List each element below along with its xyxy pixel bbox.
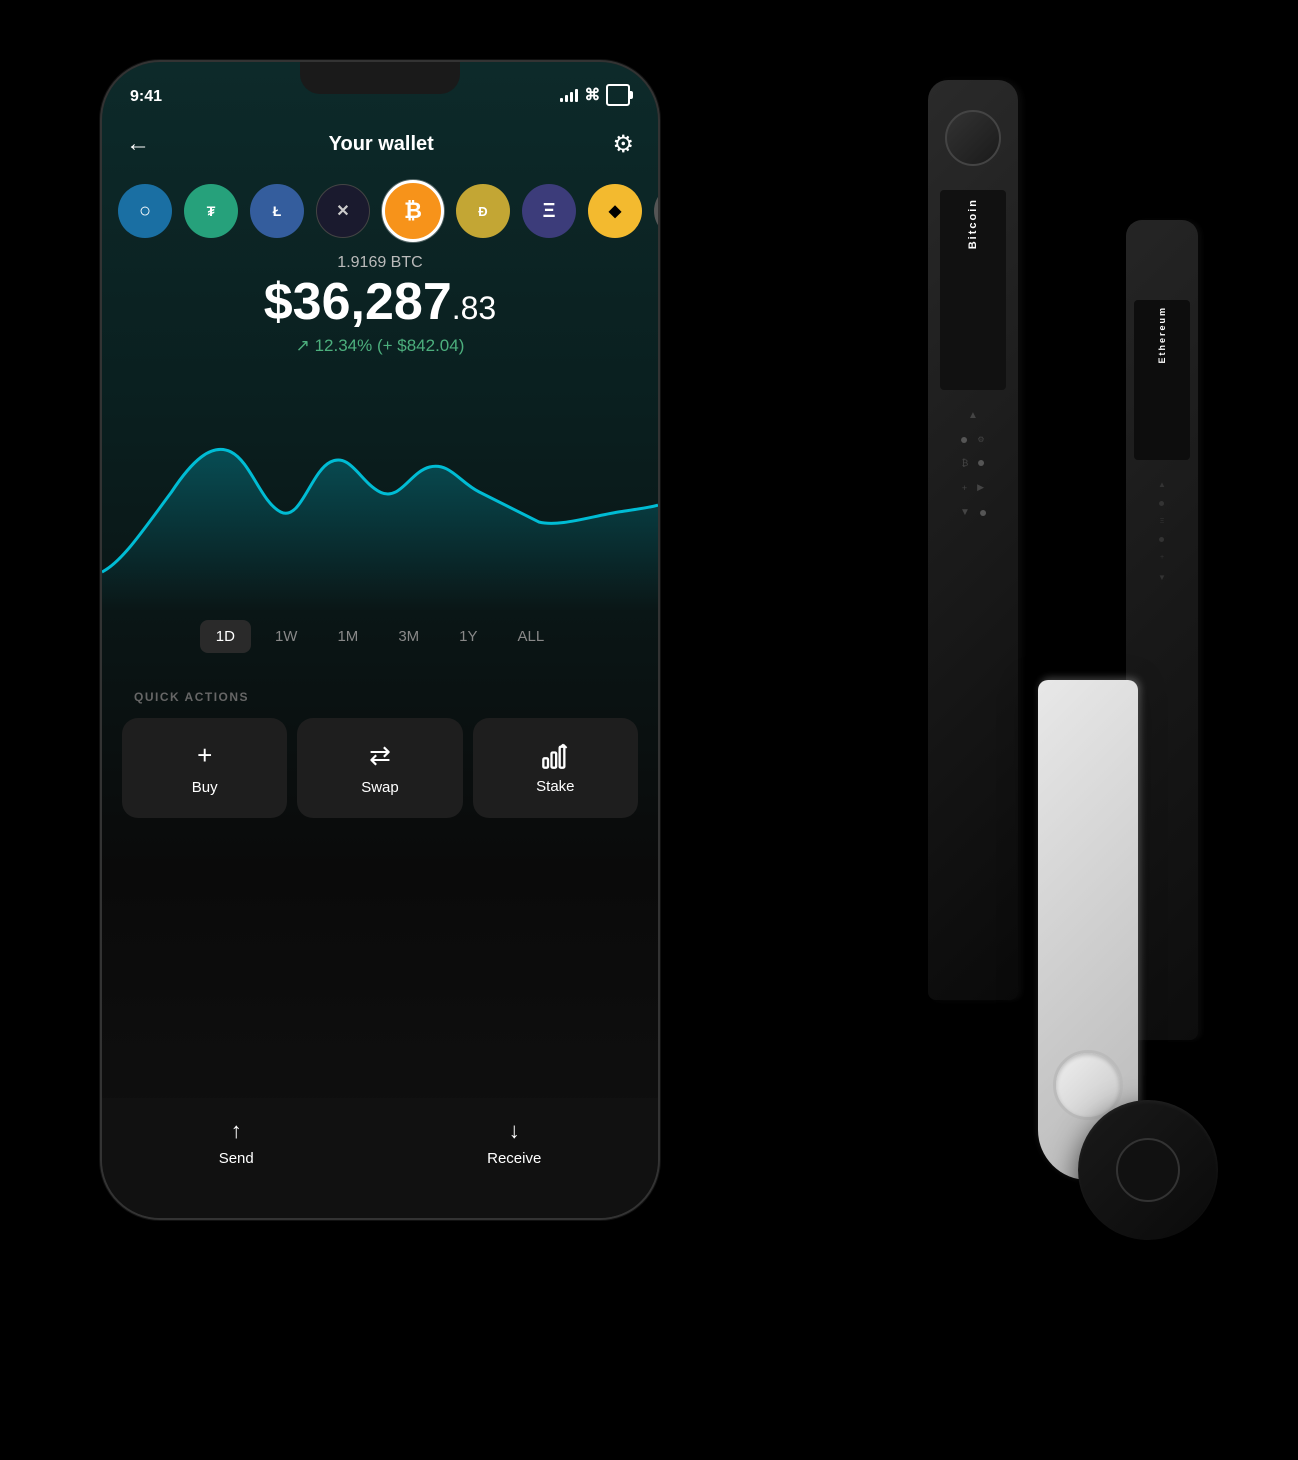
device2-controls: ▲ Ξ + ▼: [1158, 480, 1166, 582]
quick-actions-container: + Buy ⇄ Swap Stake: [122, 718, 638, 818]
swap-button[interactable]: ⇄ Swap: [297, 718, 462, 818]
quick-actions-label: QUICK ACTIONS: [134, 690, 249, 704]
scene: 9:41 ⌘ ←: [0, 0, 1298, 1460]
buy-button[interactable]: + Buy: [122, 718, 287, 818]
device1-controls: ▲ ⚙ ₿ + ▶ ▼: [960, 410, 986, 518]
settings-button[interactable]: ⚙: [612, 130, 634, 159]
device1-screen: Bitcoin: [940, 190, 1006, 390]
time-btn-1y[interactable]: 1Y: [443, 620, 493, 653]
buy-icon: +: [197, 740, 212, 771]
signal-bars-icon: [560, 88, 578, 102]
signal-bar-4: [575, 89, 578, 102]
battery-icon: [606, 84, 630, 106]
time-btn-all[interactable]: ALL: [502, 620, 561, 653]
device2-dot1: [1159, 501, 1164, 506]
coin-algo[interactable]: A: [654, 184, 658, 238]
receive-button[interactable]: ↓ Receive: [487, 1118, 541, 1167]
device1-row3: + ▶: [962, 482, 984, 493]
coin-dogecoin[interactable]: Ð: [456, 184, 510, 238]
device2-text: Ethereum: [1157, 306, 1167, 364]
receive-label: Receive: [487, 1150, 541, 1167]
coin-unknown[interactable]: ○: [118, 184, 172, 238]
bottom-action-bar: ↑ Send ↓ Receive: [102, 1098, 658, 1218]
coin-bnb[interactable]: ◆: [588, 184, 642, 238]
phone: 9:41 ⌘ ←: [100, 60, 660, 1220]
device1-icons: ⚙: [961, 435, 984, 444]
send-button[interactable]: ↑ Send: [219, 1118, 254, 1167]
stake-button[interactable]: Stake: [473, 718, 638, 818]
btc-balance: 1.9169 BTC: [102, 254, 658, 272]
device2-screen: Ethereum: [1134, 300, 1190, 460]
device1-text: Bitcoin: [967, 198, 979, 249]
time-btn-1d[interactable]: 1D: [200, 620, 251, 653]
coin-bitcoin-active[interactable]: ₿: [382, 180, 444, 242]
time-btn-1m[interactable]: 1M: [321, 620, 374, 653]
price-change: ↗ 12.34% (+ $842.04): [102, 336, 658, 356]
device1-up: ▲: [968, 410, 978, 421]
device1-dot2: [978, 460, 984, 466]
send-label: Send: [219, 1150, 254, 1167]
price-chart: [102, 372, 658, 612]
status-icons: ⌘: [560, 84, 630, 106]
device1-row2: ₿: [962, 458, 985, 468]
time-range-selector: 1D 1W 1M 3M 1Y ALL: [102, 620, 658, 653]
signal-bar-3: [570, 92, 573, 102]
signal-bar-2: [565, 95, 568, 102]
device1-down: ▼: [960, 507, 986, 518]
coin-ethereum[interactable]: Ξ: [522, 184, 576, 238]
coin-selector-row: ○ ₮ Ł ✕ ₿ Ð Ξ ◆ A: [102, 176, 658, 246]
device2-dot2: [1159, 537, 1164, 542]
time-btn-1w[interactable]: 1W: [259, 620, 314, 653]
stake-icon: [541, 742, 569, 770]
usd-balance: $36,287.83: [102, 276, 658, 328]
send-icon: ↑: [231, 1118, 242, 1144]
coin-xrp[interactable]: ✕: [316, 184, 370, 238]
buy-label: Buy: [192, 779, 218, 796]
hardware-wallet-nano-x: Bitcoin ▲ ⚙ ₿ + ▶ ▼: [928, 80, 1018, 1000]
time-btn-3m[interactable]: 3M: [382, 620, 435, 653]
signal-bar-1: [560, 98, 563, 102]
phone-screen: 9:41 ⌘ ←: [102, 62, 658, 1218]
back-button[interactable]: ←: [126, 130, 150, 158]
balance-area: 1.9169 BTC $36,287.83 ↗ 12.34% (+ $842.0…: [102, 254, 658, 356]
device1-dot3: [980, 510, 986, 516]
hardware-wallet-puck: [1078, 1100, 1218, 1240]
page-title: Your wallet: [329, 133, 434, 156]
wifi-icon: ⌘: [584, 85, 600, 105]
usd-cents: .83: [452, 290, 496, 326]
coin-tether[interactable]: ₮: [184, 184, 238, 238]
phone-button-power: [658, 302, 660, 422]
device1-dot1: [961, 437, 967, 443]
chart-svg: [102, 372, 658, 612]
receive-icon: ↓: [509, 1118, 520, 1144]
status-time: 9:41: [130, 88, 162, 106]
phone-notch: [300, 62, 460, 94]
swap-icon: ⇄: [369, 740, 391, 771]
coin-litecoin[interactable]: Ł: [250, 184, 304, 238]
app-header: ← Your wallet ⚙: [102, 112, 658, 176]
swap-label: Swap: [361, 779, 399, 796]
usd-main: $36,287: [264, 273, 452, 331]
stake-label: Stake: [536, 778, 574, 795]
